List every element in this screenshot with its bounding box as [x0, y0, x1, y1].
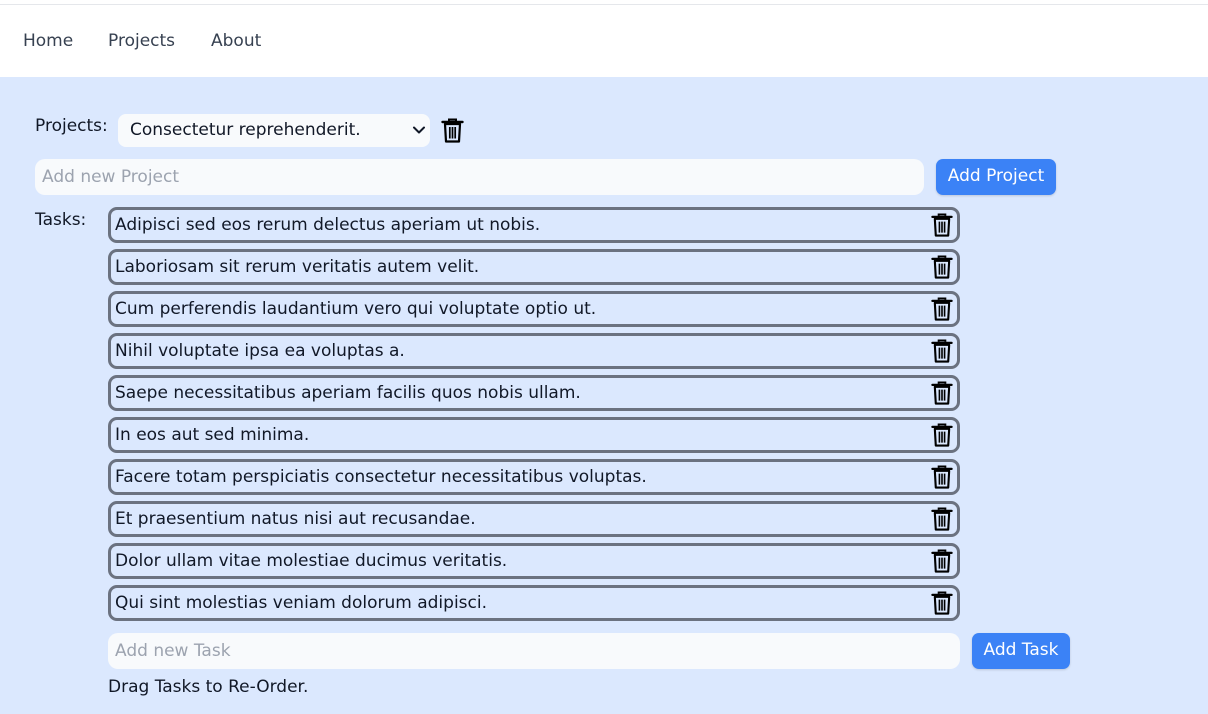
delete-task-trash-icon[interactable] [931, 381, 953, 405]
delete-task-trash-icon[interactable] [931, 213, 953, 237]
nav-home-link[interactable]: Home [23, 31, 73, 51]
add-project-button[interactable]: Add Project [936, 159, 1056, 195]
add-task-button[interactable]: Add Task [972, 633, 1070, 669]
task-item[interactable]: Cum perferendis laudantium vero qui volu… [108, 291, 960, 327]
new-project-placeholder: Add new Project [42, 167, 180, 187]
task-item[interactable]: Dolor ullam vitae molestiae ducimus veri… [108, 543, 960, 579]
task-item[interactable]: Nihil voluptate ipsa ea voluptas a. [108, 333, 960, 369]
chevron-down-icon [413, 126, 425, 134]
task-text: Laboriosam sit rerum veritatis autem vel… [115, 257, 480, 277]
tasks-label: Tasks: [35, 210, 87, 230]
top-nav: Home Projects About [0, 5, 1208, 77]
delete-task-trash-icon[interactable] [931, 297, 953, 321]
nav-about-link[interactable]: About [211, 31, 261, 51]
delete-task-trash-icon[interactable] [931, 507, 953, 531]
task-text: Dolor ullam vitae molestiae ducimus veri… [115, 551, 508, 571]
task-text: Facere totam perspiciatis consectetur ne… [115, 467, 647, 487]
nav-projects-link[interactable]: Projects [108, 31, 175, 51]
delete-task-trash-icon[interactable] [931, 423, 953, 447]
task-text: Saepe necessitatibus aperiam facilis quo… [115, 383, 581, 403]
task-item[interactable]: Qui sint molestias veniam dolorum adipis… [108, 585, 960, 621]
projects-label: Projects: [35, 116, 108, 136]
task-item[interactable]: Facere totam perspiciatis consectetur ne… [108, 459, 960, 495]
new-task-placeholder: Add new Task [115, 641, 231, 661]
task-item[interactable]: In eos aut sed minima. [108, 417, 960, 453]
delete-task-trash-icon[interactable] [931, 549, 953, 573]
delete-task-trash-icon[interactable] [931, 255, 953, 279]
task-text: Et praesentium natus nisi aut recusandae… [115, 509, 476, 529]
task-item[interactable]: Et praesentium natus nisi aut recusandae… [108, 501, 960, 537]
new-task-input[interactable]: Add new Task [108, 633, 960, 669]
delete-project-trash-icon[interactable] [441, 118, 464, 143]
project-select[interactable]: Consectetur reprehenderit. [118, 114, 430, 147]
new-project-input[interactable]: Add new Project [35, 159, 924, 195]
task-text: In eos aut sed minima. [115, 425, 310, 445]
task-text: Cum perferendis laudantium vero qui volu… [115, 299, 597, 319]
reorder-hint: Drag Tasks to Re-Order. [108, 677, 309, 697]
project-select-value: Consectetur reprehenderit. [130, 120, 361, 140]
task-item[interactable]: Adipisci sed eos rerum delectus aperiam … [108, 207, 960, 243]
delete-task-trash-icon[interactable] [931, 465, 953, 489]
task-text: Nihil voluptate ipsa ea voluptas a. [115, 341, 405, 361]
task-item[interactable]: Laboriosam sit rerum veritatis autem vel… [108, 249, 960, 285]
task-text: Qui sint molestias veniam dolorum adipis… [115, 593, 487, 613]
task-item[interactable]: Saepe necessitatibus aperiam facilis quo… [108, 375, 960, 411]
delete-task-trash-icon[interactable] [931, 591, 953, 615]
task-text: Adipisci sed eos rerum delectus aperiam … [115, 215, 541, 235]
main-panel: Projects: Consectetur reprehenderit. Add… [0, 77, 1208, 714]
delete-task-trash-icon[interactable] [931, 339, 953, 363]
